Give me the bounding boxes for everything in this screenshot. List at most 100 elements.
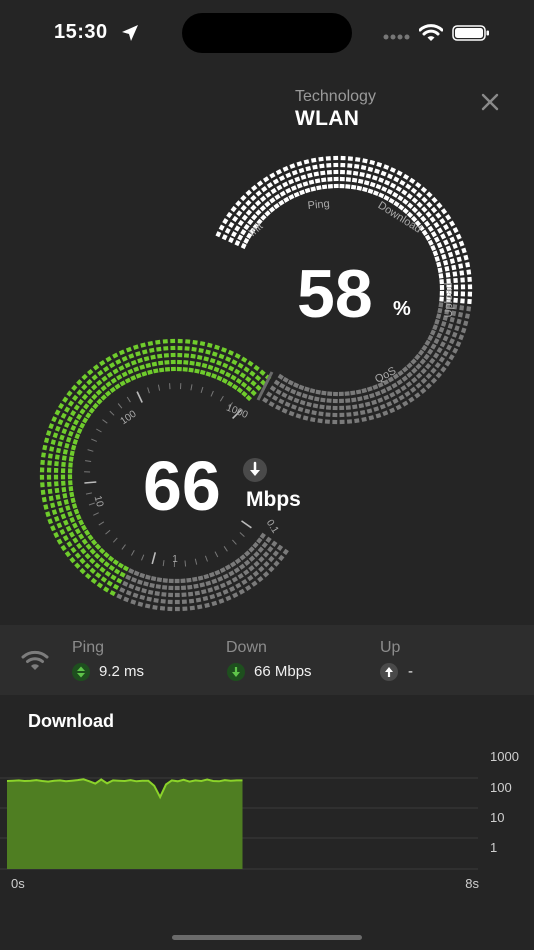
progress-gauge-tile bbox=[460, 327, 467, 334]
progress-gauge-tile bbox=[454, 249, 461, 256]
speed-gauge-tile bbox=[103, 551, 110, 559]
progress-gauge-tile bbox=[293, 191, 300, 198]
progress-gauge-tile bbox=[281, 407, 288, 414]
speed-gauge-tile bbox=[141, 349, 148, 355]
progress-gauge-tile bbox=[241, 214, 248, 221]
speed-gauge-tile bbox=[134, 585, 141, 592]
speed-gauge-tile bbox=[282, 548, 289, 556]
progress-gauge-tile bbox=[431, 196, 438, 204]
progress-gauge-tile bbox=[346, 419, 353, 424]
speed-gauge-tile bbox=[116, 577, 123, 584]
speed-gauge-tile bbox=[72, 537, 79, 544]
progress-gauge-tile bbox=[333, 169, 339, 175]
speed-gauge-tile bbox=[219, 567, 226, 574]
progress-gauge-tile bbox=[317, 418, 323, 424]
speed-gauge-tile bbox=[73, 508, 80, 515]
phase-label-upload: Upload bbox=[443, 283, 455, 318]
progress-gauge-tile bbox=[421, 344, 428, 352]
speed-gauge-tile bbox=[127, 368, 134, 375]
speed-gauge-tile bbox=[102, 365, 110, 373]
progress-gauge-tile bbox=[415, 372, 423, 379]
speed-gauge-tile bbox=[65, 505, 71, 511]
home-indicator[interactable] bbox=[172, 935, 362, 940]
progress-gauge-tile bbox=[367, 188, 374, 194]
speed-gauge-tile bbox=[43, 504, 49, 510]
speed-gauge-tile bbox=[53, 531, 60, 539]
progress-gauge-tile bbox=[291, 169, 298, 176]
speed-gauge-tile bbox=[110, 574, 117, 581]
speed-gauge-tile bbox=[278, 554, 285, 562]
speed-gauge-tile bbox=[47, 460, 52, 466]
speed-gauge-tile bbox=[221, 347, 227, 353]
progress-gauge-tile bbox=[400, 385, 407, 392]
progress-gauge-tile bbox=[435, 313, 442, 320]
speed-gauge-tile bbox=[79, 567, 86, 575]
speed-gauge-tile bbox=[76, 413, 83, 420]
speed-gauge-tile bbox=[230, 374, 237, 381]
progress-gauge-tile bbox=[460, 284, 466, 290]
speed-scale-tick bbox=[162, 560, 165, 567]
progress-gauge-tile bbox=[372, 190, 379, 197]
speed-gauge-tile bbox=[139, 572, 146, 579]
progress-gauge-tile bbox=[332, 398, 338, 404]
progress-gauge-tile bbox=[409, 177, 416, 184]
progress-gauge-tile bbox=[440, 208, 448, 215]
speed-gauge-tile bbox=[60, 513, 67, 520]
progress-gauge-tile bbox=[326, 170, 332, 175]
progress-gauge-tile bbox=[340, 155, 346, 161]
progress-gauge-tile bbox=[314, 396, 320, 402]
speed-scale-tick bbox=[157, 384, 161, 391]
progress-gauge-tile bbox=[338, 391, 344, 397]
progress-gauge-tile bbox=[272, 178, 280, 185]
speed-gauge-tile bbox=[185, 339, 191, 344]
speed-gauge-tile bbox=[157, 353, 163, 359]
speed-gauge-tile bbox=[74, 552, 82, 559]
progress-gauge-tile bbox=[442, 335, 449, 342]
progress-gauge-tile bbox=[318, 156, 324, 162]
speed-gauge-tile bbox=[205, 371, 212, 377]
ping-icon bbox=[72, 663, 90, 681]
speed-gauge-tile bbox=[153, 597, 159, 603]
progress-gauge-tile bbox=[275, 388, 282, 396]
speed-gauge-tile bbox=[112, 352, 119, 359]
speed-gauge-tile bbox=[84, 562, 91, 570]
speed-gauge-tile bbox=[46, 467, 52, 473]
speed-gauge-tile bbox=[268, 555, 275, 563]
progress-gauge-tile bbox=[285, 187, 292, 194]
speed-gauge-tile bbox=[211, 373, 217, 379]
stat-down-label: Down bbox=[226, 639, 267, 656]
speed-gauge-tile bbox=[253, 364, 260, 372]
progress-gauge-tile bbox=[375, 183, 382, 190]
progress-gauge-tile bbox=[442, 259, 449, 266]
progress-gauge-tile bbox=[269, 197, 276, 204]
progress-gauge-tile bbox=[368, 415, 375, 421]
progress-gauge-tile bbox=[397, 195, 404, 202]
speed-gauge-tile bbox=[143, 581, 149, 587]
speed-gauge-tile bbox=[183, 360, 189, 365]
download-chart: 1000 100 10 1 0s 8s bbox=[0, 749, 519, 891]
speed-gauge-tile bbox=[40, 489, 46, 495]
speed-gauge-tile bbox=[158, 367, 165, 373]
progress-gauge-tile bbox=[384, 179, 391, 186]
speed-gauge-tile bbox=[61, 428, 68, 435]
speed-gauge-tile bbox=[214, 569, 221, 576]
progress-gauge-tile bbox=[327, 391, 333, 396]
speed-gauge-tile bbox=[108, 564, 115, 572]
speed-gauge-tile bbox=[167, 606, 173, 612]
speed-gauge-tile bbox=[119, 571, 126, 578]
progress-gauge-tile bbox=[423, 220, 431, 227]
status-bar: 15:30 bbox=[0, 0, 534, 62]
speed-gauge-tile bbox=[91, 393, 98, 400]
progress-gauge-tile bbox=[251, 184, 258, 192]
speed-value: 66 bbox=[143, 447, 221, 525]
progress-gauge-tile bbox=[352, 170, 359, 176]
close-button[interactable] bbox=[476, 88, 504, 116]
progress-gauge-tile bbox=[410, 187, 418, 194]
progress-gauge-tile bbox=[332, 419, 338, 425]
progress-gauge-tile bbox=[353, 411, 359, 417]
progress-gauge-tile bbox=[415, 363, 422, 370]
speed-gauge-tile bbox=[83, 403, 90, 410]
progress-gauge-tile bbox=[436, 227, 444, 234]
progress-gauge-tile bbox=[401, 366, 409, 373]
progress-gauge-tile bbox=[277, 373, 284, 380]
